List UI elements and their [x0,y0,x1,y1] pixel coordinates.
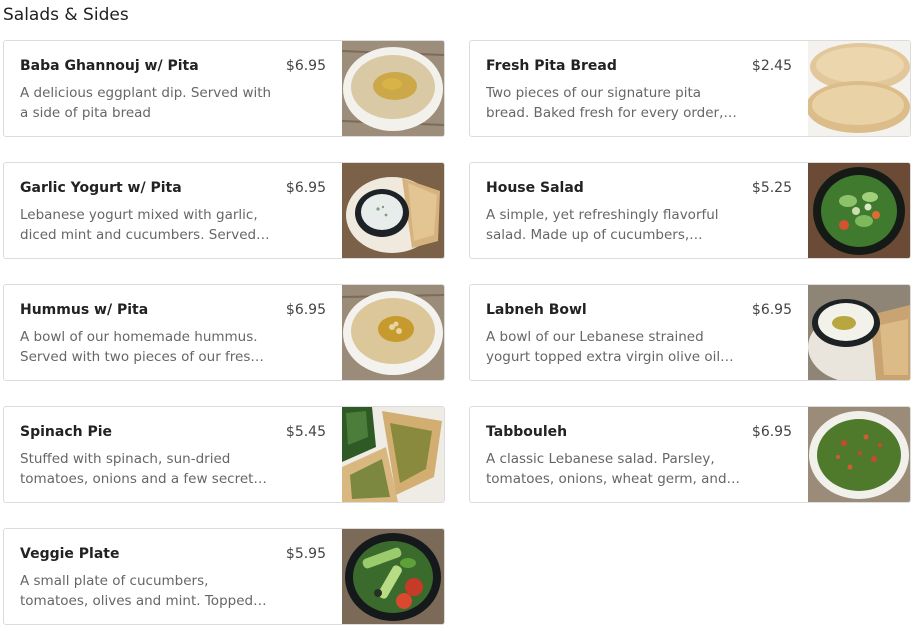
item-name: Garlic Yogurt w/ Pita [20,180,182,196]
spinach-pie-photo [342,407,444,502]
item-name: House Salad [486,180,584,196]
item-description: A bowl of our homemade hummus. Served wi… [20,329,264,365]
item-price: $6.95 [285,180,326,196]
item-description: Stuffed with spinach, sun-dried tomatoes… [20,451,267,487]
item-price: $6.95 [751,424,792,440]
item-description: A bowl of our Lebanese strained yogurt t… [486,329,734,365]
menu-item-card[interactable]: Tabbouleh A classic Lebanese salad. Pars… [469,406,911,503]
house-salad-photo [808,163,910,258]
item-price: $5.25 [751,180,792,196]
menu-item-card[interactable]: Garlic Yogurt w/ Pita Lebanese yogurt mi… [3,162,445,259]
menu-item-card[interactable]: Baba Ghannouj w/ Pita A delicious eggpla… [3,40,445,137]
pita-bread-photo [808,41,910,136]
item-price: $2.45 [751,58,792,74]
section-title: Salads & Sides [3,5,129,25]
menu-items-grid: Baba Ghannouj w/ Pita A delicious eggpla… [3,40,911,625]
menu-item-card[interactable]: Veggie Plate A small plate of cucumbers,… [3,528,445,625]
item-name: Hummus w/ Pita [20,302,149,318]
item-price: $6.95 [751,302,792,318]
item-name: Fresh Pita Bread [486,58,617,74]
item-name: Labneh Bowl [486,302,587,318]
item-description: Two pieces of our signature pita bread. … [486,85,737,121]
item-description: A delicious eggplant dip. Served with a … [20,85,272,121]
item-name: Veggie Plate [20,546,120,562]
item-description: A small plate of cucumbers, tomatoes, ol… [20,573,267,609]
tabbouleh-photo [808,407,910,502]
menu-item-card[interactable]: Hummus w/ Pita A bowl of our homemade hu… [3,284,445,381]
menu-item-card[interactable]: House Salad A simple, yet refreshingly f… [469,162,911,259]
item-description: A classic Lebanese salad. Parsley, tomat… [486,451,727,487]
garlic-yogurt-photo [342,163,444,258]
item-price: $6.95 [285,302,326,318]
item-description: Lebanese yogurt mixed with garlic, diced… [20,207,270,243]
veggie-plate-photo [342,529,444,624]
menu-item-card[interactable]: Fresh Pita Bread Two pieces of our signa… [469,40,911,137]
item-description: A simple, yet refreshingly flavorful sal… [486,207,719,243]
item-price: $6.95 [285,58,326,74]
item-price: $5.95 [285,546,326,562]
item-name: Spinach Pie [20,424,113,440]
baba-ghannouj-photo [342,41,444,136]
item-name: Baba Ghannouj w/ Pita [20,58,199,74]
menu-item-card[interactable]: Labneh Bowl A bowl of our Lebanese strai… [469,284,911,381]
item-name: Tabbouleh [486,424,568,440]
labneh-photo [808,285,910,380]
hummus-photo [342,285,444,380]
item-price: $5.45 [285,424,326,440]
menu-item-card[interactable]: Spinach Pie Stuffed with spinach, sun-dr… [3,406,445,503]
